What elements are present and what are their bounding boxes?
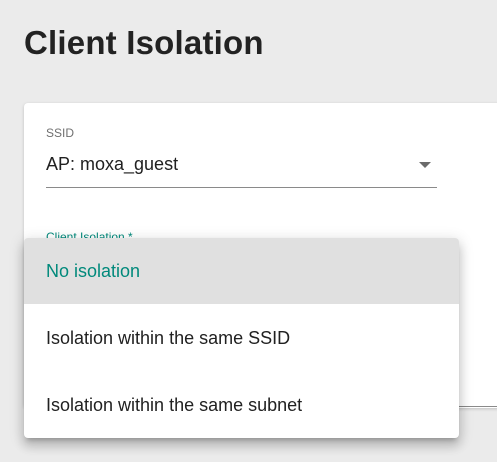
option-no-isolation[interactable]: No isolation — [24, 238, 459, 304]
option-isolation-same-subnet[interactable]: Isolation within the same subnet — [24, 372, 459, 438]
ssid-underline — [46, 187, 437, 188]
ssid-select[interactable]: SSID AP: moxa_guest — [46, 124, 437, 188]
option-isolation-same-ssid[interactable]: Isolation within the same SSID — [24, 305, 459, 371]
ssid-value: AP: moxa_guest — [46, 154, 179, 174]
client-isolation-menu: No isolation Isolation within the same S… — [24, 238, 459, 438]
ssid-label: SSID — [46, 126, 75, 140]
chevron-down-icon[interactable] — [419, 162, 431, 168]
page: Client Isolation SSID AP: moxa_guest Cli… — [0, 0, 497, 462]
page-title: Client Isolation — [24, 24, 264, 61]
card-divider — [459, 406, 497, 407]
